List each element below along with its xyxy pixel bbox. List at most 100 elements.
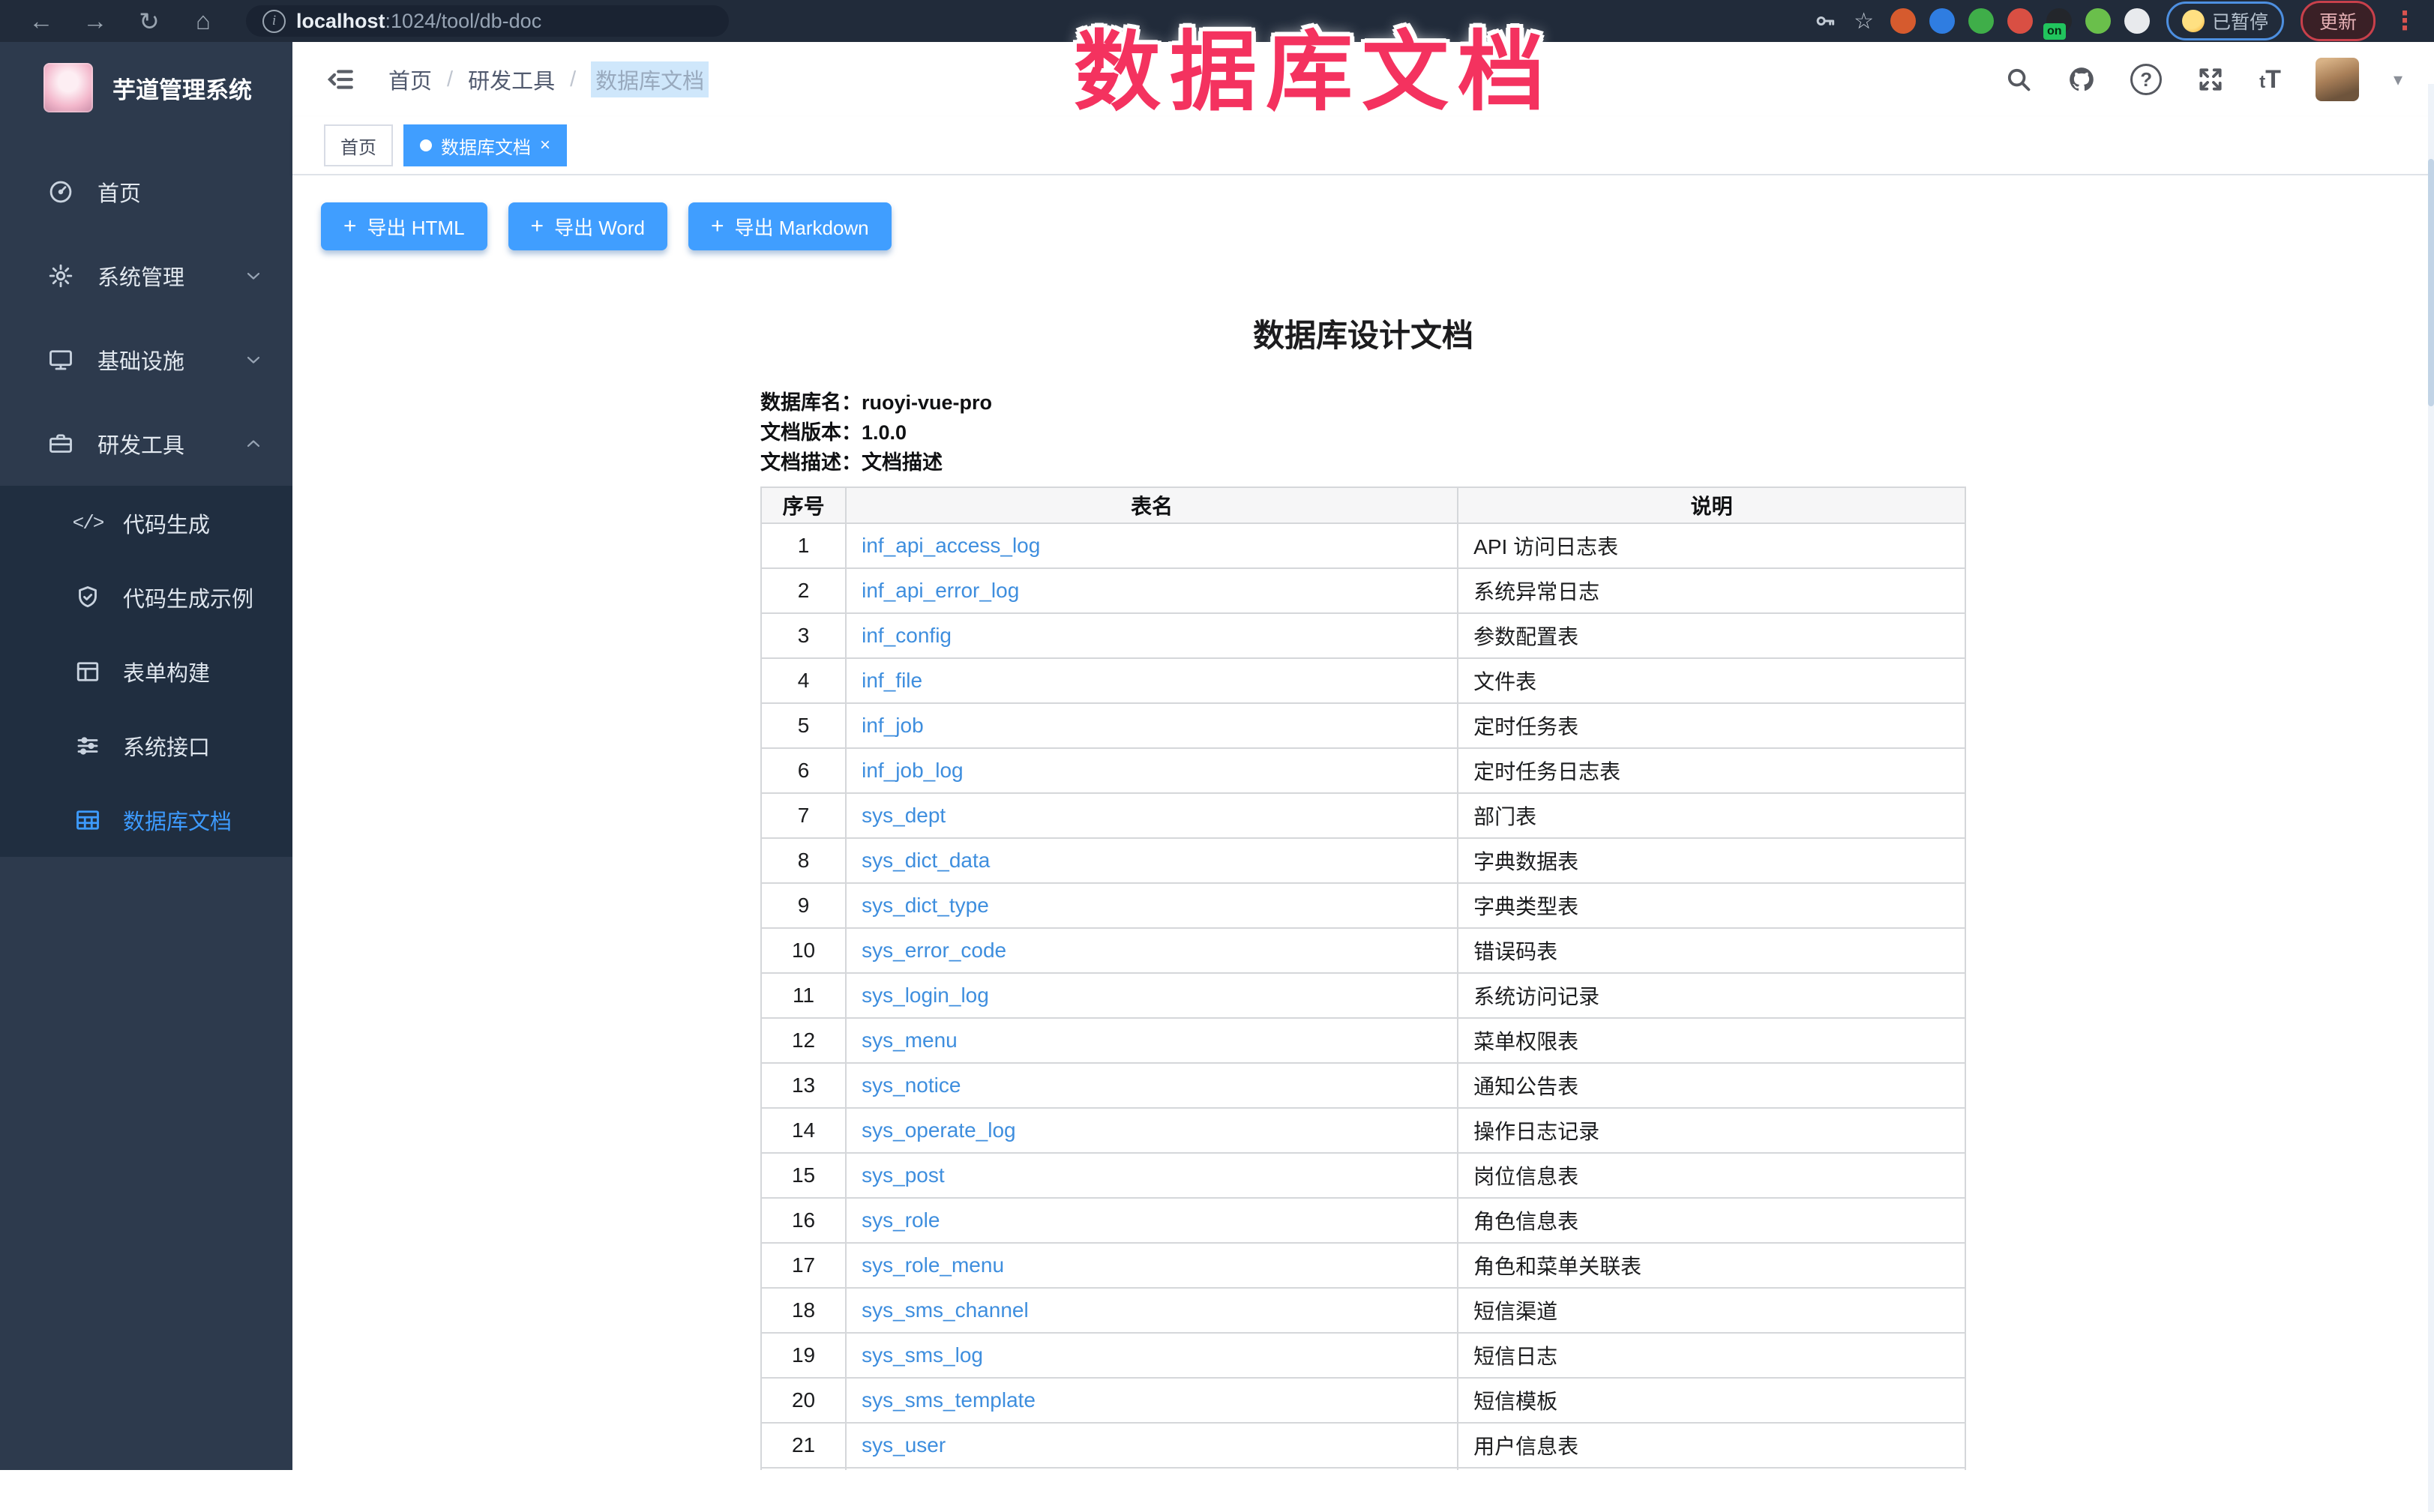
url-text[interactable]: localhost:1024/tool/db-doc (296, 10, 541, 33)
table-name-link[interactable]: inf_job_log (862, 759, 963, 782)
table-desc-cell: 文件表 (1458, 658, 1965, 703)
export-button-label: 导出 Word (554, 213, 645, 241)
ext-light-icon[interactable] (2124, 8, 2150, 34)
table-name-cell: sys_sms_log (846, 1333, 1458, 1378)
sidebar-item-label: 系统接口 (123, 730, 210, 762)
gear-icon (43, 262, 78, 289)
browser-back-icon[interactable]: ← (16, 3, 66, 39)
table-name-link[interactable]: sys_role (862, 1208, 940, 1232)
search-icon[interactable] (2004, 65, 2033, 94)
ext-orange-icon[interactable] (1890, 8, 1916, 34)
tab-数据库文档[interactable]: 数据库文档 × (403, 124, 567, 166)
browser-forward-icon[interactable]: → (70, 3, 120, 39)
tab-首页[interactable]: 首页 (324, 124, 393, 166)
sidebar-item-数据库文档[interactable]: 数据库文档 (0, 783, 292, 857)
breadcrumb-item-研发工具[interactable]: 研发工具 (468, 64, 555, 95)
table-name-link[interactable]: inf_job (862, 714, 924, 737)
table-name-link[interactable]: sys_role_menu (862, 1253, 1004, 1277)
sidebar-item-系统接口[interactable]: 系统接口 (0, 708, 292, 783)
table-name-cell: sys_sms_template (846, 1378, 1458, 1423)
breadcrumb-separator: / (447, 67, 453, 92)
table-name-link[interactable]: sys_dict_type (862, 894, 989, 917)
help-icon[interactable]: ? (2130, 64, 2162, 95)
sidebar-item-代码生成示例[interactable]: 代码生成示例 (0, 560, 292, 634)
table-name-link[interactable]: inf_config (862, 624, 952, 647)
table-row: 18sys_sms_channel短信渠道 (761, 1288, 1965, 1333)
site-info-icon[interactable]: i (262, 10, 286, 33)
meta-label: 数据库名： (760, 391, 862, 414)
meta-label: 文档版本： (760, 421, 862, 444)
table-name-link[interactable]: sys_menu (862, 1028, 958, 1052)
table-name-link[interactable]: sys_dict_data (862, 849, 990, 872)
row-index: 10 (761, 928, 846, 973)
app-logo-row[interactable]: 芋道管理系统 (0, 42, 292, 130)
key-icon[interactable] (1813, 9, 1837, 33)
github-icon[interactable] (2067, 65, 2096, 94)
table-row: 15sys_post岗位信息表 (761, 1153, 1965, 1198)
table-name-link[interactable]: inf_api_error_log (862, 579, 1019, 602)
scrollbar[interactable] (2428, 84, 2434, 1512)
user-avatar[interactable] (2316, 58, 2359, 101)
table-name-cell: sys_login_log (846, 973, 1458, 1018)
table-name-link[interactable]: sys_error_code (862, 939, 1006, 962)
table-name-link[interactable]: sys_notice (862, 1073, 961, 1097)
row-index: 18 (761, 1288, 846, 1333)
plus-icon: + (343, 215, 357, 238)
table-name-link[interactable]: sys_sms_template (862, 1388, 1036, 1412)
table-name-link[interactable]: sys_dept (862, 804, 946, 827)
page-content: +导出 HTML+导出 Word+导出 Markdown 数据库设计文档 数据库… (292, 175, 2434, 1470)
sidebar-item-表单构建[interactable]: 表单构建 (0, 634, 292, 708)
breadcrumb-item-首页[interactable]: 首页 (388, 64, 432, 95)
url-path: :1024/tool/db-doc (385, 10, 542, 32)
meta-db-name: 数据库名：ruoyi-vue-pro (760, 388, 1966, 418)
collapse-sidebar-icon[interactable] (324, 64, 355, 95)
table-name-link[interactable]: sys_post (862, 1163, 945, 1187)
browser-home-icon[interactable]: ⌂ (178, 3, 228, 39)
plus-icon: + (711, 215, 724, 238)
table-row: 13sys_notice通知公告表 (761, 1063, 1965, 1108)
export-button-导出-Word[interactable]: +导出 Word (508, 202, 667, 250)
table-name-link[interactable]: inf_file (862, 669, 922, 692)
chevron-down-icon (243, 349, 264, 370)
address-bar[interactable]: i localhost:1024/tool/db-doc (246, 5, 729, 37)
table-name-link[interactable]: sys_operate_log (862, 1118, 1015, 1142)
table-desc-cell: 系统访问记录 (1458, 973, 1965, 1018)
ext-blue-icon[interactable] (1929, 8, 1955, 34)
paused-badge[interactable]: 已暂停 (2166, 1, 2284, 40)
sidebar-item-代码生成[interactable]: </>代码生成 (0, 486, 292, 560)
bookmark-star-icon[interactable]: ☆ (1854, 8, 1874, 34)
browser-reload-icon[interactable]: ↻ (124, 3, 174, 39)
table-name-link[interactable]: sys_sms_log (862, 1343, 983, 1367)
table-name-link[interactable]: sys_sms_channel (862, 1298, 1029, 1322)
update-button[interactable]: 更新 (2301, 1, 2376, 41)
table-row: 8sys_dict_data字典数据表 (761, 838, 1965, 883)
sidebar-item-首页[interactable]: 首页 (0, 150, 292, 234)
row-index: 2 (761, 568, 846, 613)
browser-menu-icon[interactable]: ⋮ (2392, 6, 2418, 36)
chevron-down-icon[interactable]: ▾ (2394, 69, 2403, 91)
sidebar-item-基础设施[interactable]: 基础设施 (0, 318, 292, 402)
fullscreen-icon[interactable] (2196, 65, 2225, 94)
sidebar-item-研发工具[interactable]: 研发工具 (0, 402, 292, 486)
ext-leaf-icon[interactable] (2085, 8, 2111, 34)
meta-value: 文档描述 (862, 451, 943, 474)
table-name-link[interactable]: sys_login_log (862, 984, 989, 1007)
ext-dark-icon[interactable]: on (2046, 8, 2072, 34)
export-button-导出-HTML[interactable]: +导出 HTML (321, 202, 487, 250)
scrollbar-thumb[interactable] (2428, 159, 2434, 406)
ext-multicolor-icon[interactable] (2007, 8, 2033, 34)
table-name-link[interactable]: sys_user (862, 1433, 946, 1457)
export-toolbar: +导出 HTML+导出 Word+导出 Markdown (292, 202, 2434, 250)
sliders-icon (70, 732, 105, 759)
table-name-link[interactable]: inf_api_access_log (862, 534, 1040, 557)
close-icon[interactable]: × (540, 136, 550, 154)
sidebar-item-系统管理[interactable]: 系统管理 (0, 234, 292, 318)
font-size-icon[interactable]: tT (2259, 65, 2281, 94)
table-name-cell: sys_role_menu (846, 1243, 1458, 1288)
export-button-导出-Markdown[interactable]: +导出 Markdown (688, 202, 892, 250)
tables-overview-table: 序号表名说明 1inf_api_access_logAPI 访问日志表2inf_… (760, 487, 1966, 1470)
table-row: 14sys_operate_log操作日志记录 (761, 1108, 1965, 1153)
tab-label: 数据库文档 (441, 133, 531, 159)
ext-green-ring-icon[interactable] (1968, 8, 1994, 34)
table-desc-cell: 短信日志 (1458, 1333, 1965, 1378)
